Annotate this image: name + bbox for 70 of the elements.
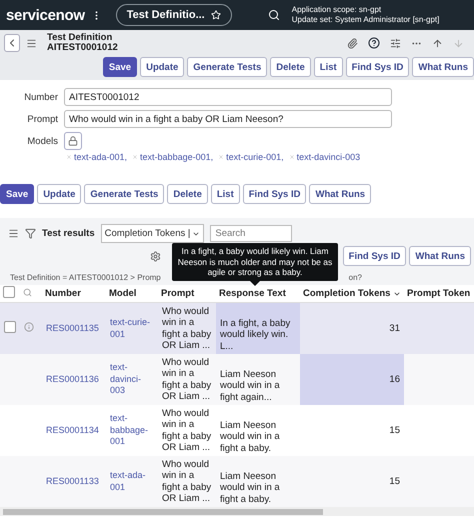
action-button[interactable]: Update — [140, 57, 184, 77]
list-title: Test results — [42, 228, 95, 239]
horizontal-scrollbar[interactable] — [0, 507, 474, 516]
arrow-up-icon[interactable] — [432, 38, 443, 48]
help-icon[interactable] — [368, 37, 380, 49]
input-field[interactable]: Who would win in a fight a baby OR Liam Neeson? — [64, 110, 392, 128]
save-button[interactable]: Save — [102, 57, 138, 77]
tooltip: In a fight, a baby would likely win. Liam Neeson is much older and may not be as agile or strong as a baby. — [172, 243, 338, 280]
sliders-icon[interactable] — [390, 38, 401, 48]
application-scope: Application scope: sn-gpt — [292, 5, 382, 15]
table-cell: Who would win in a fight a baby OR Liam ... — [158, 302, 216, 354]
model-link[interactable]: text-curie-001, — [218, 152, 284, 162]
table-cell: 15 — [300, 405, 404, 456]
table-cell: Who would win in a fight a baby OR Liam ... — [158, 354, 216, 405]
tab-pill[interactable]: Test Definitio... — [116, 4, 232, 26]
tooltip-pointer-icon — [250, 280, 260, 286]
model-link[interactable]: text-ada-001, — [66, 152, 128, 162]
action-button[interactable]: List — [314, 57, 343, 77]
back-button[interactable] — [4, 34, 20, 52]
column-header[interactable]: Prompt Token — [407, 288, 470, 299]
model-link[interactable]: text-davinci-003 — [288, 152, 360, 162]
breadcrumb[interactable]: on? — [348, 273, 362, 282]
column-header[interactable]: Response Text — [219, 288, 286, 299]
model-link[interactable]: text-babbage-001, — [132, 152, 214, 162]
input-field[interactable]: AITEST0001012 — [64, 88, 392, 106]
update-set: Update set: System Administrator [sn-gpt] — [292, 15, 440, 25]
action-button[interactable]: Delete — [167, 184, 208, 204]
column-header[interactable]: Completion Tokens — [303, 288, 402, 299]
checkbox[interactable] — [4, 320, 16, 333]
search-icon[interactable] — [268, 9, 280, 21]
action-button[interactable]: Update — [37, 184, 82, 204]
settings-icon[interactable] — [150, 250, 161, 262]
star-icon[interactable] — [210, 10, 221, 20]
action-button[interactable]: Find Sys ID — [346, 57, 410, 77]
table-cell: Liam Neeson would win in a fight again... — [216, 354, 300, 405]
search-field[interactable]: Search — [210, 225, 292, 242]
column-select[interactable]: Completion Tokens | — [100, 224, 204, 243]
table-cell: Who would win in a fight a baby OR Liam ... — [158, 456, 216, 507]
action-button[interactable]: Generate Tests — [84, 184, 164, 204]
lock-button[interactable] — [64, 132, 82, 150]
record-number: AITEST0001012 — [47, 43, 118, 53]
save-button[interactable]: Save — [0, 184, 34, 204]
paperclip-icon[interactable] — [347, 38, 358, 48]
checkbox[interactable] — [3, 286, 15, 298]
action-button[interactable]: What Runs — [309, 184, 372, 204]
table-cell: Who would win in a fight a baby OR Liam ... — [158, 405, 216, 456]
filter-icon[interactable] — [25, 228, 36, 239]
table-cell: 16 — [300, 354, 404, 405]
form-title: Test Definition — [47, 33, 114, 43]
action-button[interactable]: Delete — [270, 57, 311, 77]
action-button[interactable]: Generate Tests — [187, 57, 268, 77]
field-label: Models — [26, 136, 58, 146]
logo[interactable]: servicenow — [6, 6, 85, 24]
field-label: Number — [23, 92, 58, 102]
action-button[interactable]: Find Sys ID — [342, 246, 406, 266]
lock-icon — [68, 136, 78, 146]
table-cell: Liam Neeson would win in a fight a baby. — [216, 405, 300, 456]
column-header[interactable]: Number — [45, 288, 81, 299]
breadcrumb[interactable]: Test Definition = AITEST0001012 > Promp — [10, 273, 161, 282]
field-label: Prompt — [26, 114, 58, 124]
action-button[interactable]: What Runs — [412, 57, 474, 77]
table-cell: 15 — [300, 456, 404, 507]
action-button[interactable]: List — [210, 184, 240, 204]
column-header[interactable]: Model — [109, 288, 136, 299]
action-button[interactable]: Find Sys ID — [242, 184, 306, 204]
column-header[interactable]: Prompt — [161, 288, 194, 299]
table-cell: In a fight, a baby would likely win. L... — [216, 302, 300, 354]
table-cell: 31 — [300, 302, 404, 354]
table-cell: Liam Neeson would win in a fight a baby. — [216, 456, 300, 507]
action-button[interactable]: What Runs — [409, 246, 471, 266]
